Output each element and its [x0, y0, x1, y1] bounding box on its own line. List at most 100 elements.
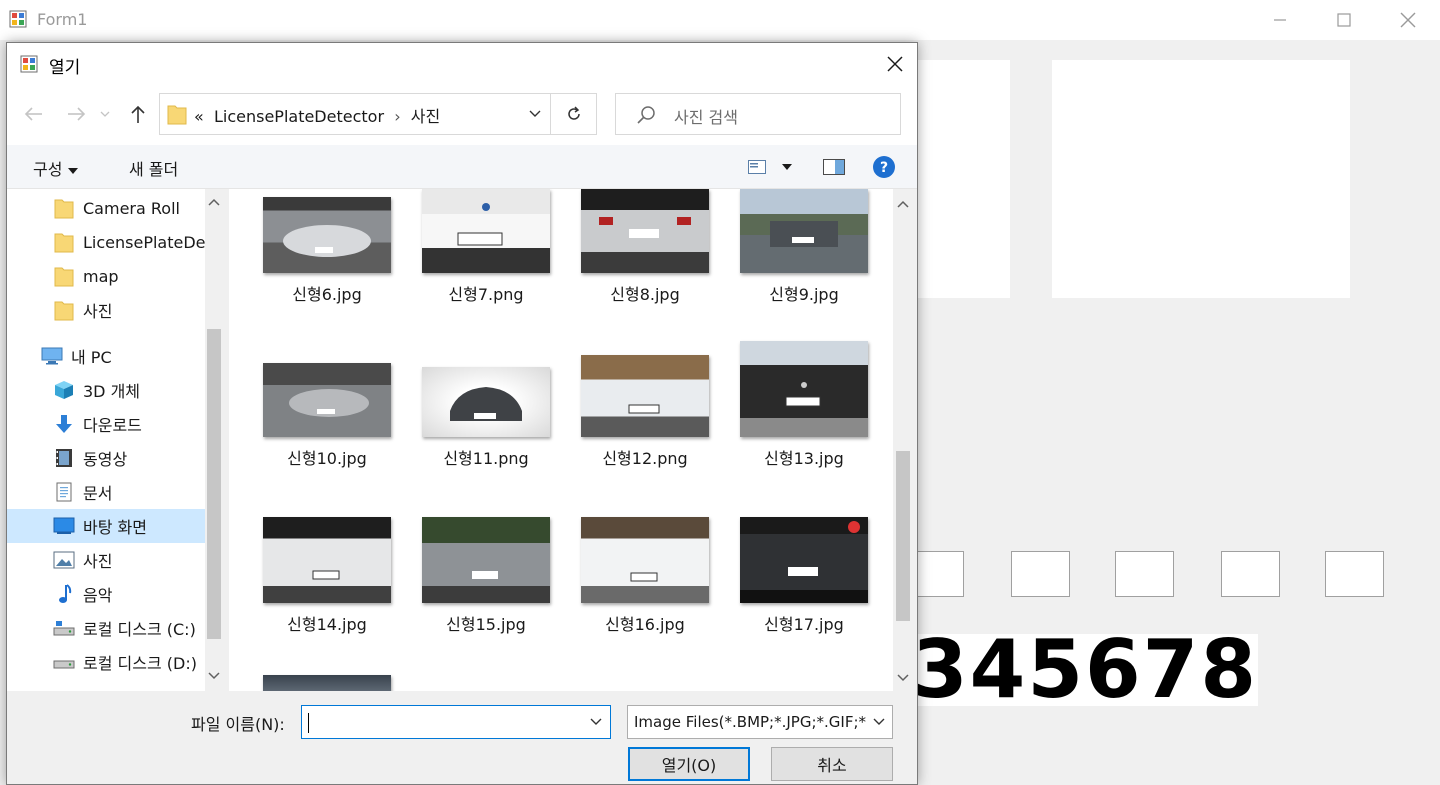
- nav-item-label: 사진: [83, 552, 113, 571]
- maximize-button[interactable]: [1312, 0, 1376, 40]
- chevron-down-icon: [100, 111, 110, 117]
- file-thumbnail[interactable]: [263, 517, 391, 603]
- recent-locations-button[interactable]: [97, 101, 113, 127]
- file-thumbnail[interactable]: [422, 367, 550, 437]
- nav-item-documents[interactable]: 문서: [7, 475, 205, 509]
- scrollbar-thumb[interactable]: [207, 329, 221, 639]
- search-input[interactable]: 사진 검색: [615, 93, 901, 135]
- file-thumbnail[interactable]: [581, 517, 709, 603]
- breadcrumb-segment[interactable]: LicensePlateDetector: [214, 107, 384, 126]
- nav-item-videos[interactable]: 동영상: [7, 441, 205, 475]
- close-button[interactable]: [1376, 0, 1440, 40]
- nav-item-3d-objects[interactable]: 3D 개체: [7, 373, 205, 407]
- organize-menu-button[interactable]: 구성: [33, 156, 78, 180]
- minimize-button[interactable]: [1248, 0, 1312, 40]
- file-thumbnail[interactable]: [581, 189, 709, 273]
- file-name[interactable]: 신형7.png: [406, 281, 566, 305]
- back-button[interactable]: [21, 101, 47, 127]
- file-thumbnail[interactable]: [263, 197, 391, 273]
- file-thumbnail[interactable]: [422, 189, 550, 273]
- scrollbar-thumb[interactable]: [896, 451, 910, 621]
- file-name[interactable]: 신형8.jpg: [565, 281, 725, 305]
- file-name[interactable]: 신형16.jpg: [565, 611, 725, 635]
- nav-item-this-pc[interactable]: 내 PC: [7, 339, 205, 373]
- cancel-button[interactable]: 취소: [771, 747, 893, 781]
- view-mode-button[interactable]: [747, 155, 767, 179]
- close-icon: [1400, 12, 1416, 28]
- help-button[interactable]: ?: [871, 155, 897, 179]
- nav-item-photos-folder[interactable]: 사진: [7, 293, 205, 327]
- breadcrumb-segment[interactable]: 사진: [411, 107, 440, 126]
- file-name[interactable]: 신형9.jpg: [724, 281, 884, 305]
- nav-item-label: 3D 개체: [83, 382, 141, 401]
- file-thumbnail[interactable]: [422, 517, 550, 603]
- file-thumbnail[interactable]: [263, 363, 391, 437]
- open-button[interactable]: 열기(O): [628, 747, 750, 781]
- nav-item-licenseplatedetector[interactable]: LicensePlateDetector: [7, 225, 205, 259]
- nav-item-label: 문서: [83, 484, 113, 503]
- file-name[interactable]: 신형6.jpg: [247, 281, 407, 305]
- nav-item-desktop[interactable]: 바탕 화면: [7, 509, 205, 543]
- file-type-dropdown-button[interactable]: [866, 706, 892, 738]
- address-path: « LicensePlateDetector › 사진: [194, 103, 440, 127]
- dialog-footer: 파일 이름(N): Image Files(*.BMP;*.JPG;*.GIF;…: [7, 691, 917, 784]
- car-image-icon: [630, 572, 658, 582]
- nav-item-camera-roll[interactable]: Camera Roll: [7, 191, 205, 225]
- chevron-up-icon: [897, 200, 909, 208]
- char-box: [1325, 551, 1384, 597]
- file-name[interactable]: 신형17.jpg: [724, 611, 884, 635]
- file-thumbnail[interactable]: [740, 341, 868, 437]
- nav-item-label: 내 PC: [71, 348, 112, 367]
- file-name[interactable]: 신형10.jpg: [247, 445, 407, 469]
- help-icon: ?: [873, 156, 895, 178]
- nav-item-local-disk-c[interactable]: 로컬 디스크 (C:): [7, 611, 205, 645]
- file-thumbnail[interactable]: [581, 355, 709, 437]
- file-name[interactable]: 신형12.png: [565, 445, 725, 469]
- filename-dropdown-button[interactable]: [582, 706, 610, 738]
- arrow-left-icon: [24, 107, 42, 121]
- file-name[interactable]: 신형14.jpg: [247, 611, 407, 635]
- nav-item-map[interactable]: map: [7, 259, 205, 293]
- forward-button[interactable]: [63, 101, 89, 127]
- address-bar[interactable]: « LicensePlateDetector › 사진: [159, 93, 597, 135]
- car-image-icon: [628, 404, 660, 414]
- digit-template-strip: 3456789: [912, 634, 1258, 706]
- nav-item-label: LicensePlateDetector: [83, 232, 205, 252]
- file-thumbnail[interactable]: [263, 675, 391, 691]
- char-box: [1011, 551, 1070, 597]
- navigation-pane: Camera Roll LicensePlateDetector map 사진 …: [7, 189, 223, 691]
- file-name[interactable]: 신형15.jpg: [406, 611, 566, 635]
- nav-item-pictures[interactable]: 사진: [7, 543, 205, 577]
- close-icon: [887, 56, 903, 72]
- file-thumbnail[interactable]: [740, 189, 868, 273]
- caret-down-icon: [782, 164, 792, 170]
- address-overflow[interactable]: «: [194, 107, 204, 126]
- nav-item-local-disk-d[interactable]: 로컬 디스크 (D:): [7, 645, 205, 679]
- filename-input[interactable]: [301, 705, 611, 739]
- minimize-icon: [1274, 19, 1286, 21]
- refresh-button[interactable]: [550, 94, 596, 134]
- search-icon: [637, 106, 655, 124]
- car-image-icon: [785, 382, 821, 407]
- car-image-icon: [283, 225, 371, 257]
- view-options-button[interactable]: [779, 155, 795, 179]
- file-name[interactable]: 신형13.jpg: [724, 445, 884, 469]
- new-folder-button[interactable]: 새 폴더: [129, 156, 178, 180]
- car-image-icon: [450, 387, 522, 421]
- file-thumbnail[interactable]: [740, 517, 868, 603]
- address-dropdown-button[interactable]: [520, 94, 550, 134]
- preview-pane-button[interactable]: [821, 155, 847, 179]
- dialog-close-button[interactable]: [875, 49, 915, 79]
- nav-item-downloads[interactable]: 다운로드: [7, 407, 205, 441]
- file-list-scrollbar[interactable]: [893, 189, 913, 691]
- cube-icon: [53, 379, 75, 401]
- nav-pane-scrollbar[interactable]: [205, 189, 223, 691]
- dialog-title: 열기: [49, 58, 81, 78]
- up-button[interactable]: [125, 101, 151, 127]
- file-type-select[interactable]: Image Files(*.BMP;*.JPG;*.GIF;*: [627, 705, 893, 739]
- file-name[interactable]: 신형11.png: [406, 445, 566, 469]
- nav-item-music[interactable]: 음악: [7, 577, 205, 611]
- computer-icon: [41, 345, 63, 367]
- file-type-value: Image Files(*.BMP;*.JPG;*.GIF;*: [634, 713, 866, 731]
- breadcrumb-separator: ›: [394, 107, 401, 126]
